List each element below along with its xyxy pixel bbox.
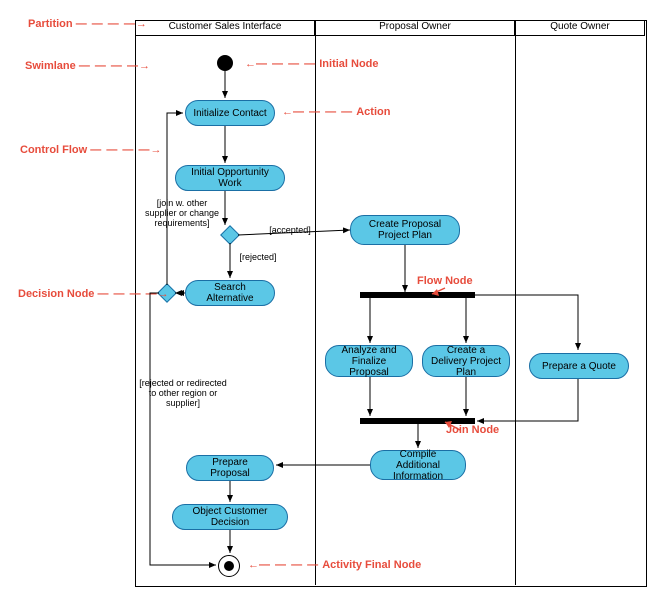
fork-node xyxy=(360,292,475,298)
action-prepare-quote: Prepare a Quote xyxy=(529,353,629,379)
lane-divider xyxy=(315,36,316,585)
action-object-decision: Object Customer Decision xyxy=(172,504,288,530)
activity-diagram: Customer Sales Interface Proposal Owner … xyxy=(0,0,650,592)
lane-header-sales: Customer Sales Interface xyxy=(135,20,315,36)
action-initialize-contact: Initialize Contact xyxy=(185,100,275,126)
final-node xyxy=(218,555,240,577)
callout-control-flow: Control Flow — — — —→ xyxy=(20,144,161,156)
lane-header-quote: Quote Owner xyxy=(515,20,645,36)
callout-swimlane: Swimlane — — — —→ xyxy=(25,60,150,72)
callout-action: ←— — — — Action xyxy=(282,106,390,118)
callout-final: ←— — — — Activity Final Node xyxy=(248,559,421,571)
initial-node xyxy=(217,55,233,71)
guard-join-other: [join w. other supplier or change requir… xyxy=(142,198,222,228)
guard-rejected: [rejected] xyxy=(233,252,283,262)
lane-divider xyxy=(515,36,516,585)
decision-accept-reject xyxy=(222,227,238,243)
callout-partition: Partition — — — —→ xyxy=(28,18,147,30)
action-create-delivery-plan: Create a Delivery Project Plan xyxy=(422,345,510,377)
callout-initial: ←— — — — Initial Node xyxy=(245,58,379,70)
callout-decision: Decision Node — — — —→ xyxy=(18,288,169,300)
action-prepare-proposal: Prepare Proposal xyxy=(186,455,274,481)
action-search-alternative: Search Alternative xyxy=(185,280,275,306)
action-create-proposal-plan: Create Proposal Project Plan xyxy=(350,215,460,245)
action-compile-additional: Compile Additional Information xyxy=(370,450,466,480)
guard-accepted: [accepted] xyxy=(260,225,320,235)
lane-header-proposal: Proposal Owner xyxy=(315,20,515,36)
callout-flow-node: Flow Node xyxy=(417,275,473,287)
guard-redirected: [rejected or redirected to other region … xyxy=(138,378,228,408)
action-analyze-finalize: Analyze and Finalize Proposal xyxy=(325,345,413,377)
callout-join-node: Join Node xyxy=(446,424,499,436)
action-initial-opportunity: Initial Opportunity Work xyxy=(175,165,285,191)
